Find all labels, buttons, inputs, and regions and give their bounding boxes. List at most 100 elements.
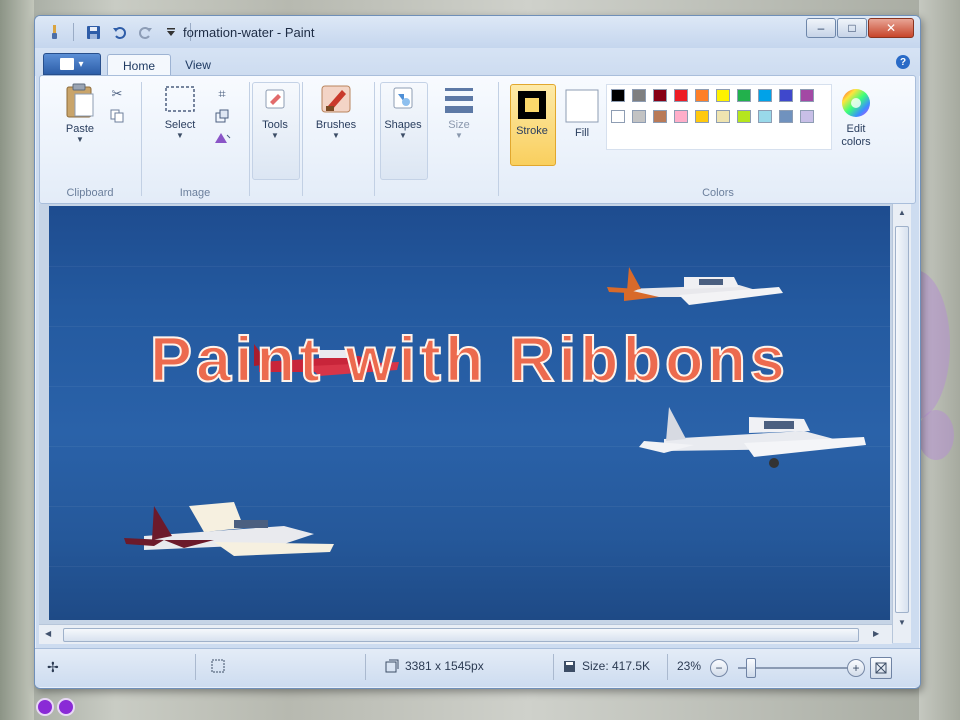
select-dropdown-caret: ▼ <box>176 131 184 140</box>
disk-icon <box>564 660 575 672</box>
size-icon <box>445 88 473 113</box>
cut-icon[interactable]: ✂ <box>108 86 126 102</box>
size-button[interactable]: Size ▼ <box>436 82 482 140</box>
vertical-scroll-thumb[interactable] <box>895 226 909 613</box>
select-button[interactable]: Select ▼ <box>155 82 205 140</box>
color-wheel-icon <box>842 89 870 117</box>
tools-button[interactable]: Tools ▼ <box>252 82 298 140</box>
move-cross-icon: ✢ <box>47 659 59 675</box>
color-swatch[interactable] <box>674 110 688 123</box>
title-bar: formation-water - Paint – □ ✕ <box>35 16 920 48</box>
color-swatch[interactable] <box>737 89 751 102</box>
save-icon[interactable] <box>84 23 102 41</box>
color-swatch[interactable] <box>800 89 814 102</box>
file-size: Size: 417.5K <box>563 659 650 673</box>
zoom-in-button[interactable]: + <box>847 659 865 677</box>
file-size-text: Size: 417.5K <box>582 659 651 673</box>
zoom-out-button[interactable]: − <box>710 659 728 677</box>
paste-button[interactable]: Paste ▼ <box>54 82 106 144</box>
fill-color-icon <box>565 89 599 123</box>
slide-indicator <box>36 698 75 716</box>
slide-dot <box>36 698 54 716</box>
background-left-panel <box>0 0 34 720</box>
color-swatch[interactable] <box>632 89 646 102</box>
horizontal-scroll-thumb[interactable] <box>63 628 859 642</box>
qat-divider <box>73 23 74 41</box>
color-swatch[interactable] <box>716 89 730 102</box>
color-swatch[interactable] <box>779 110 793 123</box>
ribbon-separator <box>141 82 142 196</box>
window-title: formation-water - Paint <box>183 25 315 40</box>
status-divider <box>195 654 196 680</box>
airplane-silver <box>639 407 866 468</box>
tab-view[interactable]: View <box>173 54 223 76</box>
select-icon <box>165 86 195 112</box>
maximize-button[interactable]: □ <box>837 18 867 38</box>
copy-icon[interactable] <box>108 108 126 124</box>
scroll-up-arrow-icon[interactable]: ▲ <box>898 208 906 217</box>
tools-dropdown-caret: ▼ <box>271 131 279 140</box>
selection-size-icon <box>211 659 225 673</box>
selection-size <box>211 659 225 673</box>
color-swatch[interactable] <box>758 110 772 123</box>
rotate-icon[interactable] <box>213 130 231 146</box>
crop-icon[interactable]: ⌗ <box>213 86 231 102</box>
color-swatch[interactable] <box>758 89 772 102</box>
paste-dropdown-caret: ▼ <box>76 135 84 144</box>
fit-to-window-icon[interactable] <box>870 657 892 679</box>
brushes-icon <box>321 85 351 113</box>
color-swatch[interactable] <box>800 110 814 123</box>
undo-icon[interactable] <box>110 23 128 41</box>
tab-home[interactable]: Home <box>107 54 171 77</box>
color-swatch[interactable] <box>611 89 625 102</box>
scroll-right-arrow-icon[interactable]: ▶ <box>873 629 879 638</box>
shapes-button[interactable]: Shapes ▼ <box>380 82 426 140</box>
horizontal-scrollbar[interactable]: ◀ ▶ <box>39 624 892 644</box>
scroll-down-arrow-icon[interactable]: ▼ <box>898 618 906 627</box>
image-canvas[interactable]: Paint with Ribbons <box>49 206 890 620</box>
ribbon-separator <box>249 82 250 196</box>
color-swatch[interactable] <box>653 110 667 123</box>
color-swatch[interactable] <box>632 110 646 123</box>
ribbon-separator <box>374 82 375 196</box>
paint-app-icon[interactable] <box>45 23 63 41</box>
color-swatch[interactable] <box>779 89 793 102</box>
size-dropdown-caret: ▼ <box>455 131 463 140</box>
document-icon <box>60 58 75 70</box>
color-swatch[interactable] <box>653 89 667 102</box>
airplane-orange <box>607 267 783 305</box>
color-swatch[interactable] <box>716 110 730 123</box>
edit-colors-button[interactable]: Edit colors <box>832 86 880 149</box>
help-icon[interactable]: ? <box>896 55 910 69</box>
minimize-button[interactable]: – <box>806 18 836 38</box>
edit-colors-label: Edit colors <box>841 123 871 148</box>
color-swatch[interactable] <box>695 89 709 102</box>
status-divider <box>365 654 366 680</box>
color-swatch[interactable] <box>611 110 625 123</box>
fill-label: Fill <box>574 127 590 139</box>
ribbon-tab-row: ▾ Home View ? <box>35 48 920 77</box>
color-swatch[interactable] <box>674 89 688 102</box>
resize-icon[interactable] <box>213 108 231 124</box>
app-menu-caret: ▾ <box>78 58 84 70</box>
shapes-icon <box>393 87 413 109</box>
image-group: Select ▼ ⌗ Image <box>143 76 247 203</box>
redo-icon[interactable] <box>136 23 154 41</box>
color-swatch[interactable] <box>695 110 709 123</box>
customize-qat-icon[interactable] <box>162 23 180 41</box>
quick-access-toolbar <box>45 23 193 41</box>
stroke-button[interactable]: Stroke <box>510 88 554 138</box>
ribbon: Paste ▼ ✂ Clipboard Select ▼ ⌗ Image Too… <box>39 75 916 204</box>
slide-overlay-title: Paint with Ribbons <box>149 324 789 396</box>
fill-button[interactable]: Fill <box>560 88 604 140</box>
zoom-slider-thumb[interactable] <box>745 658 756 678</box>
ribbon-separator <box>498 82 499 196</box>
close-button[interactable]: ✕ <box>868 18 914 38</box>
app-menu-button[interactable]: ▾ <box>43 53 101 75</box>
brushes-button[interactable]: Brushes ▼ <box>308 82 364 140</box>
vertical-scrollbar[interactable]: ▲ ▼ <box>892 204 911 643</box>
paint-window: formation-water - Paint – □ ✕ ▾ Home Vie… <box>34 15 921 689</box>
slide-dot <box>57 698 75 716</box>
scroll-left-arrow-icon[interactable]: ◀ <box>45 629 51 638</box>
color-swatch[interactable] <box>737 110 751 123</box>
